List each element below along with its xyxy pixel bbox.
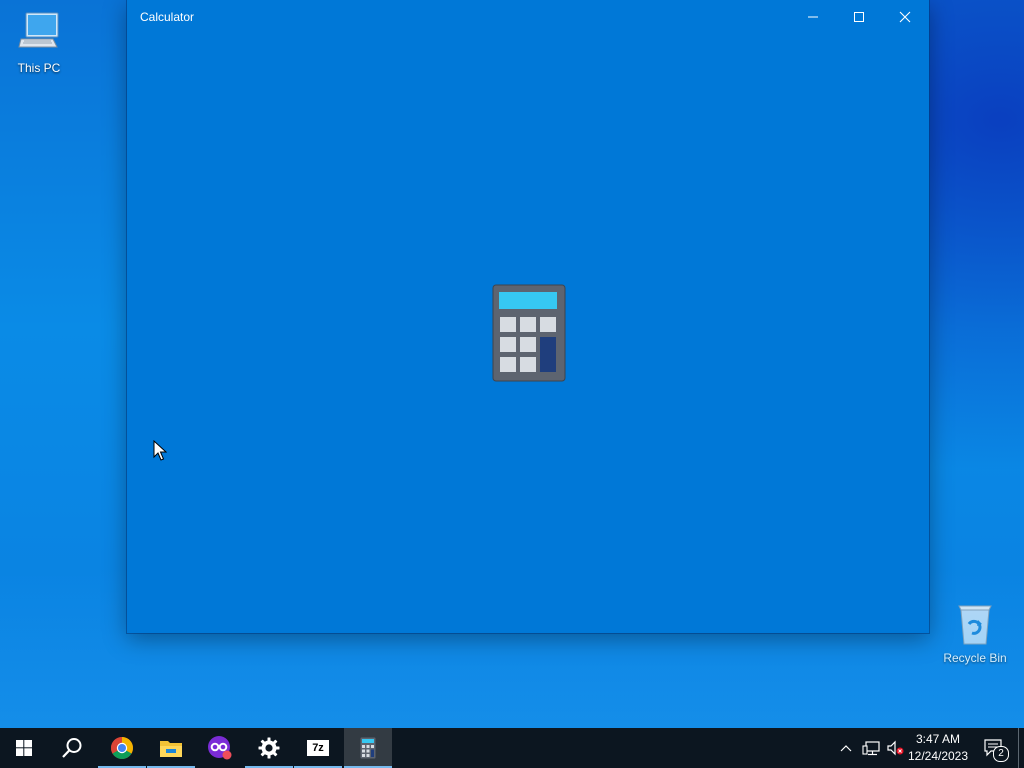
clock[interactable]: 3:47 AM 12/24/2023 [904,728,972,768]
start-button[interactable] [0,728,48,768]
volume-muted-icon [887,740,904,756]
clock-date: 12/24/2023 [907,749,969,763]
gear-icon [258,737,280,759]
minimize-button[interactable] [790,0,836,33]
minimize-icon [808,16,818,17]
close-icon [899,11,911,22]
desktop-icon-recycle-bin[interactable]: Recycle Bin [937,602,1013,665]
desktop-icon-label: Recycle Bin [943,651,1007,665]
folder-icon [160,741,182,757]
windows-logo-icon [16,740,32,756]
action-center-button[interactable]: 2 [978,728,1010,768]
close-button[interactable] [882,0,928,33]
window-title: Calculator [140,10,195,24]
maximize-icon [854,11,864,22]
taskbar-7zip[interactable]: 7z [294,728,342,768]
taskbar-app[interactable] [196,728,244,768]
taskbar-settings[interactable] [245,728,293,768]
show-hidden-icons-button[interactable] [836,728,856,768]
desktop-icon-label: This PC [17,61,61,75]
calculator-icon [492,284,566,382]
7zip-icon: 7z [307,740,329,756]
chrome-icon [111,737,133,759]
volume-button[interactable] [884,728,906,768]
notification-count-badge: 2 [993,746,1009,762]
recycle-bin-icon [958,605,992,645]
title-bar[interactable]: Calculator [127,0,929,33]
network-icon [862,741,880,756]
calculator-window[interactable]: Calculator [127,0,929,633]
this-pc-icon [18,12,59,48]
7zip-icon-label: 7z [312,742,324,754]
taskbar: 7z 3:47 AM 12/24/2023 2 [0,728,1024,768]
desktop-icon-this-pc[interactable]: This PC [1,8,77,75]
clock-time: 3:47 AM [915,732,961,746]
search-button[interactable] [48,728,96,768]
app-icon [208,736,232,760]
mouse-cursor-icon [153,440,167,461]
taskbar-calculator[interactable] [344,728,392,768]
search-icon [62,738,82,758]
show-desktop-button[interactable] [1018,728,1024,768]
maximize-button[interactable] [836,0,882,33]
taskbar-file-explorer[interactable] [147,728,195,768]
network-button[interactable] [860,728,882,768]
calculator-icon [360,737,376,759]
taskbar-chrome[interactable] [98,728,146,768]
chevron-up-icon [840,745,852,752]
